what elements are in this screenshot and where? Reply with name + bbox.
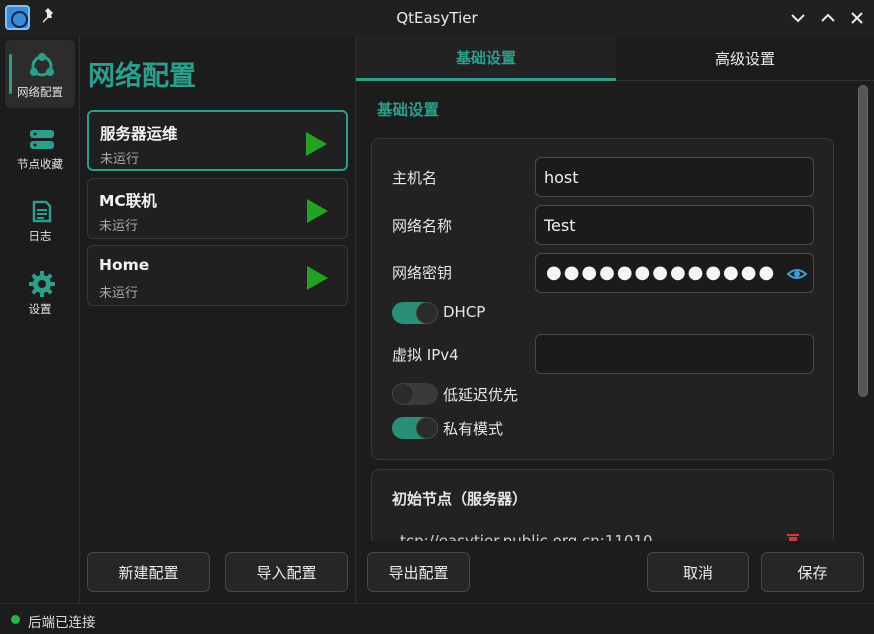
play-icon[interactable] bbox=[307, 266, 328, 290]
status-bar: 后端已连接 bbox=[0, 603, 874, 634]
private-mode-label: 私有模式 bbox=[443, 420, 504, 438]
close-icon[interactable] bbox=[847, 8, 867, 28]
sidebar-item-network-config[interactable]: 网络配置 bbox=[5, 40, 75, 108]
network-name-label: 网络名称 bbox=[392, 217, 453, 235]
peers-title: 初始节点（服务器） bbox=[392, 490, 528, 508]
sidebar-item-label: 设置 bbox=[28, 302, 52, 316]
dhcp-label: DHCP bbox=[443, 303, 486, 321]
status-text: 后端已连接 bbox=[28, 615, 96, 631]
import-config-button[interactable]: 导入配置 bbox=[225, 552, 348, 592]
save-button[interactable]: 保存 bbox=[761, 552, 864, 592]
config-status: 未运行 bbox=[99, 219, 139, 234]
network-secret-field[interactable]: ●●●●●●●●●●●●● bbox=[535, 253, 814, 293]
private-mode-toggle[interactable] bbox=[392, 417, 438, 439]
eye-icon[interactable] bbox=[787, 264, 807, 284]
sidebar: 网络配置 节点收藏 日志 设置 bbox=[0, 36, 80, 603]
sidebar-item-node-favorites[interactable]: 节点收藏 bbox=[5, 112, 75, 180]
config-name: 服务器运维 bbox=[100, 125, 178, 143]
toggle-knob bbox=[416, 302, 438, 324]
status-dot-icon bbox=[11, 615, 20, 624]
sidebar-item-settings[interactable]: 设置 bbox=[5, 257, 75, 325]
network-secret-label: 网络密钥 bbox=[392, 264, 453, 282]
hostname-label: 主机名 bbox=[392, 169, 438, 187]
toggle-knob bbox=[392, 383, 414, 405]
section-title: 基础设置 bbox=[377, 101, 440, 119]
sidebar-item-label: 节点收藏 bbox=[17, 157, 63, 171]
tab-basic-settings[interactable]: 基础设置 bbox=[356, 36, 616, 81]
minimize-icon[interactable] bbox=[788, 8, 808, 28]
toggle-knob bbox=[416, 417, 438, 439]
dhcp-toggle[interactable] bbox=[392, 302, 438, 324]
server-icon bbox=[30, 130, 54, 149]
cancel-button[interactable]: 取消 bbox=[647, 552, 749, 592]
config-card-home[interactable]: Home 未运行 bbox=[87, 245, 348, 306]
tab-bar: 基础设置 高级设置 bbox=[356, 36, 874, 81]
title-bar: QtEasyTier bbox=[0, 0, 874, 36]
low-latency-label: 低延迟优先 bbox=[443, 386, 519, 404]
virtual-ipv4-label: 虚拟 IPv4 bbox=[392, 346, 459, 364]
sidebar-item-label: 网络配置 bbox=[17, 85, 63, 99]
hostname-field[interactable]: host bbox=[535, 157, 814, 197]
page-title: 网络配置 bbox=[88, 61, 196, 92]
config-name: Home bbox=[99, 256, 150, 274]
new-config-button[interactable]: 新建配置 bbox=[87, 552, 210, 592]
play-icon[interactable] bbox=[306, 132, 327, 156]
network-name-value: Test bbox=[544, 215, 576, 235]
config-name: MC联机 bbox=[99, 192, 157, 210]
secret-mask: ●●●●●●●●●●●●● bbox=[546, 262, 777, 283]
maximize-icon[interactable] bbox=[818, 8, 838, 28]
config-card-server-ops[interactable]: 服务器运维 未运行 bbox=[87, 110, 348, 171]
peer-address: tcp://easytier.public.org.cn:11010 bbox=[400, 532, 653, 541]
virtual-ipv4-field[interactable] bbox=[535, 334, 814, 374]
settings-scroll-area[interactable]: 基础设置 主机名 host 网络名称 Test 网络密钥 ●●●●●●●●●●●… bbox=[356, 81, 856, 541]
sidebar-item-label: 日志 bbox=[28, 229, 52, 243]
hostname-value: host bbox=[544, 167, 579, 187]
config-status: 未运行 bbox=[100, 152, 140, 167]
network-icon bbox=[30, 53, 54, 77]
play-icon[interactable] bbox=[307, 199, 328, 223]
window-title: QtEasyTier bbox=[396, 9, 478, 27]
gear-icon bbox=[29, 271, 55, 297]
network-name-field[interactable]: Test bbox=[535, 205, 814, 245]
config-status: 未运行 bbox=[99, 286, 139, 301]
log-icon bbox=[32, 200, 52, 223]
export-config-button[interactable]: 导出配置 bbox=[367, 552, 470, 592]
config-card-mc[interactable]: MC联机 未运行 bbox=[87, 178, 348, 239]
low-latency-toggle[interactable] bbox=[392, 383, 438, 405]
scrollbar-thumb[interactable] bbox=[858, 85, 868, 397]
sidebar-item-logs[interactable]: 日志 bbox=[5, 184, 75, 252]
tab-advanced-settings[interactable]: 高级设置 bbox=[616, 36, 874, 81]
delete-icon[interactable] bbox=[786, 532, 800, 541]
